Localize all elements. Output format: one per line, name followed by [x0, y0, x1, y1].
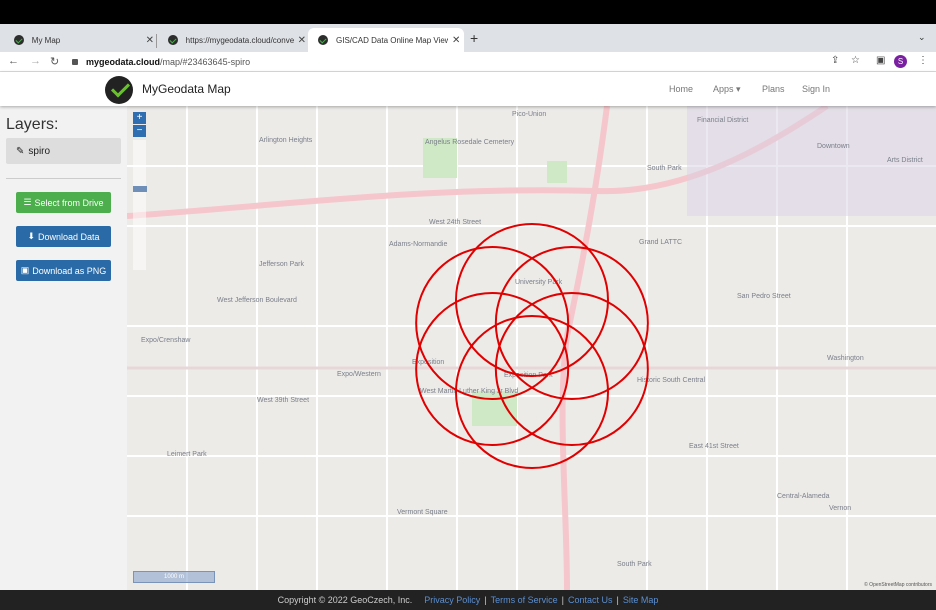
spiro-circle[interactable]: [494, 292, 649, 446]
close-icon[interactable]: ✕: [298, 35, 306, 46]
zoom-control: + −: [133, 112, 146, 138]
list-icon: ☰: [23, 197, 32, 207]
site-header: MyGeodata Map Home Apps ▾ Plans Sign In: [0, 72, 936, 106]
spiro-circle[interactable]: [415, 246, 570, 400]
image-icon: ▣: [20, 265, 30, 275]
zoom-in-button[interactable]: +: [133, 112, 146, 124]
footer-separator: |: [616, 595, 619, 605]
share-icon[interactable]: ⇪: [831, 55, 839, 66]
site-favicon-icon: [318, 35, 328, 45]
screen-top-bar: [0, 0, 936, 24]
zoom-out-button[interactable]: −: [133, 125, 146, 137]
chevron-down-icon[interactable]: ⌄: [918, 32, 926, 43]
terms-link[interactable]: Terms of Service: [491, 595, 558, 605]
menu-dots-icon[interactable]: ⋮: [918, 55, 928, 66]
privacy-policy-link[interactable]: Privacy Policy: [424, 595, 480, 605]
layers-sidebar: Layers: ✎ spiro ☰ Select from Drive ⬇ Down…: [0, 106, 127, 590]
layers-heading: Layers:: [6, 116, 59, 133]
site-footer: Copyright © 2022 GeoCzech, Inc. Privacy …: [0, 590, 936, 610]
layer-item-spiro[interactable]: ✎ spiro: [6, 138, 121, 164]
site-favicon-icon: [168, 35, 178, 45]
tab-my-map[interactable]: My Map ✕: [4, 28, 154, 52]
spiro-circle[interactable]: [415, 292, 570, 446]
scale-bar: 1000 m: [133, 571, 215, 583]
sidebar-toggle-icon[interactable]: ▣: [876, 55, 885, 66]
star-icon[interactable]: ☆: [851, 55, 860, 66]
mygeodata-logo[interactable]: [105, 76, 133, 104]
footer-separator: |: [484, 595, 487, 605]
tab-converter[interactable]: https://mygeodata.cloud/conve ✕: [158, 28, 306, 52]
url-field[interactable]: mygeodata.cloud /map/#23463645-spiro: [72, 54, 832, 70]
map-canvas[interactable]: Pico-Union Financial District Downtown Arts…: [127, 106, 936, 590]
profile-avatar[interactable]: S: [894, 55, 907, 68]
spiro-circle[interactable]: [455, 223, 609, 377]
nav-home[interactable]: Home: [669, 84, 693, 94]
nav-plans[interactable]: Plans: [762, 84, 785, 94]
map-attribution[interactable]: © OpenStreetMap contributors: [864, 582, 932, 588]
back-icon[interactable]: ←: [8, 55, 19, 67]
download-data-button[interactable]: ⬇ Download Data: [16, 226, 111, 247]
polyline-icon: ✎: [16, 145, 25, 157]
spiro-layer: [415, 223, 649, 469]
copyright-text: Copyright © 2022 GeoCzech, Inc.: [277, 595, 413, 605]
forward-icon[interactable]: →: [30, 55, 41, 67]
lock-icon: [72, 59, 78, 65]
nav-apps[interactable]: Apps ▾: [713, 84, 741, 95]
browser-tab-bar: My Map ✕ https://mygeodata.cloud/conve ✕…: [0, 24, 936, 52]
site-favicon-icon: [14, 35, 24, 45]
sidebar-divider: [6, 178, 121, 179]
footer-separator: |: [561, 595, 565, 605]
tab-map-viewer[interactable]: GIS/CAD Data Online Map Viewe ✕: [308, 28, 464, 52]
zoom-slider[interactable]: [133, 140, 146, 270]
spiro-circle[interactable]: [455, 315, 609, 469]
caret-down-icon: ▾: [736, 84, 741, 94]
download-png-button[interactable]: ▣ Download as PNG: [16, 260, 111, 281]
address-bar: ← → ↻ mygeodata.cloud /map/#23463645-spi…: [0, 52, 936, 72]
site-map-link[interactable]: Site Map: [623, 595, 659, 605]
zoom-slider-thumb[interactable]: [133, 186, 147, 192]
spiro-circle[interactable]: [494, 246, 649, 400]
close-icon[interactable]: ✕: [146, 35, 154, 46]
brand-title[interactable]: MyGeodata Map: [142, 82, 231, 96]
close-icon[interactable]: ✕: [452, 35, 460, 46]
select-from-drive-button[interactable]: ☰ Select from Drive: [16, 192, 111, 213]
tab-separator: [156, 34, 157, 48]
nav-sign-in[interactable]: Sign In: [802, 84, 830, 94]
contact-link[interactable]: Contact Us: [568, 595, 613, 605]
download-icon: ⬇: [27, 231, 35, 241]
new-tab-icon[interactable]: +: [470, 30, 478, 46]
reload-icon[interactable]: ↻: [50, 55, 59, 68]
